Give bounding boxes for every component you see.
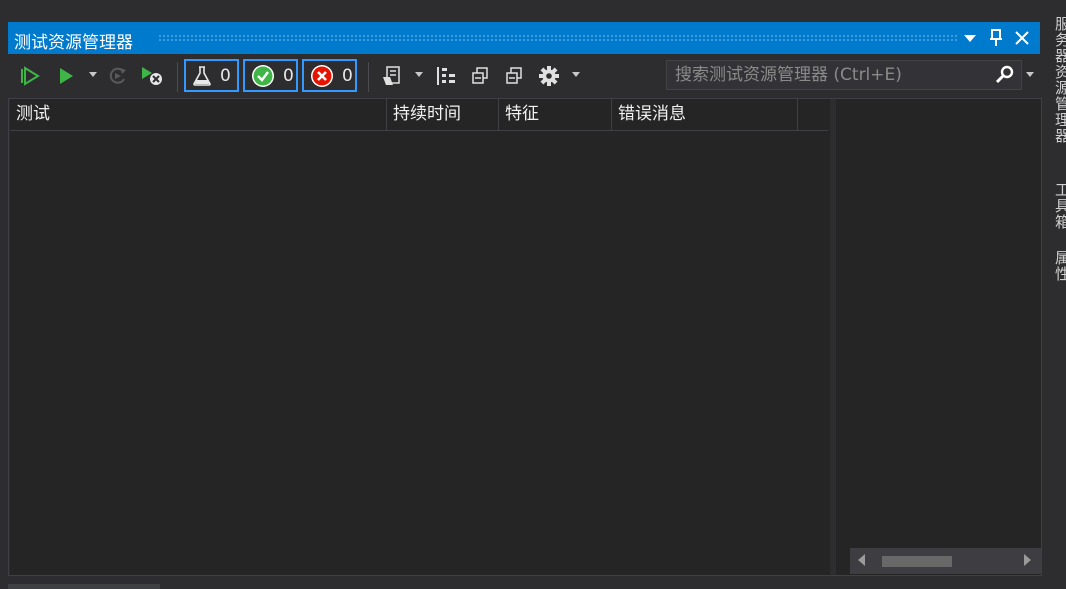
- run-all-icon: [21, 66, 40, 86]
- refresh-icon: [109, 67, 126, 84]
- search-input[interactable]: [667, 61, 1003, 89]
- window-position-dropdown-button[interactable]: [958, 26, 982, 50]
- playlist-dropdown-arrow[interactable]: [415, 72, 423, 77]
- panel-splitter[interactable]: [830, 99, 836, 575]
- search-options-dropdown-arrow[interactable]: [1026, 72, 1034, 77]
- flask-icon: [193, 65, 211, 86]
- scroll-left-arrow[interactable]: [858, 554, 865, 566]
- scrollbar-thumb[interactable]: [882, 556, 952, 567]
- expand-all-icon: [472, 67, 488, 84]
- test-details-panel: [836, 99, 1042, 575]
- passed-tests-filter[interactable]: 0: [243, 59, 298, 92]
- horizontal-scrollbar[interactable]: [850, 548, 1042, 574]
- repeat-last-run-button[interactable]: [106, 64, 130, 88]
- expand-all-button[interactable]: [468, 64, 492, 88]
- search-button[interactable]: [995, 65, 1017, 87]
- settings-dropdown-arrow[interactable]: [572, 72, 580, 77]
- column-header-test[interactable]: 测试: [10, 99, 387, 130]
- test-explorer-toolbar: 0 0 0: [8, 54, 1040, 98]
- playlist-button[interactable]: [380, 64, 404, 88]
- run-dropdown-arrow[interactable]: [89, 72, 97, 77]
- search-icon: [995, 65, 1014, 84]
- group-by-icon: [437, 67, 455, 85]
- collapse-all-button[interactable]: [502, 64, 526, 88]
- passed-check-icon: [252, 64, 274, 87]
- run-button[interactable]: [54, 64, 78, 88]
- collapse-all-icon: [506, 67, 522, 84]
- tool-window-titlebar: 测试资源管理器: [8, 22, 1040, 54]
- toolbar-separator: [368, 62, 369, 92]
- auto-hide-pin-button[interactable]: [984, 26, 1008, 50]
- failed-tests-filter[interactable]: 0: [302, 59, 357, 92]
- test-list-panel: 测试 持续时间 特征 错误消息: [10, 99, 830, 575]
- side-tab-server-explorer[interactable]: 服务器资源管理器: [1052, 16, 1066, 144]
- close-button[interactable]: [1010, 26, 1034, 50]
- playlist-icon: [383, 66, 400, 85]
- column-header-row: 测试 持续时间 特征 错误消息: [10, 99, 828, 131]
- side-tab-toolbox[interactable]: 工具箱: [1052, 182, 1066, 230]
- close-icon: [1015, 31, 1029, 45]
- passed-tests-count: 0: [283, 65, 294, 86]
- total-tests-filter[interactable]: 0: [184, 59, 239, 92]
- total-tests-count: 0: [220, 65, 231, 86]
- cancel-run-button[interactable]: [140, 64, 164, 88]
- titlebar-grip[interactable]: [158, 34, 958, 43]
- run-cancel-icon: [142, 67, 162, 85]
- toolbar-separator: [177, 62, 178, 92]
- group-by-button[interactable]: [434, 64, 458, 88]
- side-tab-properties[interactable]: 属性: [1052, 250, 1066, 282]
- search-box[interactable]: [666, 60, 1022, 90]
- window-title: 测试资源管理器: [14, 33, 133, 53]
- chevron-down-icon: [964, 34, 976, 42]
- bottom-tab-strip[interactable]: [8, 584, 160, 589]
- play-icon: [60, 68, 73, 84]
- settings-button[interactable]: [537, 64, 561, 88]
- pin-icon: [990, 29, 1002, 46]
- column-header-error-message[interactable]: 错误消息: [612, 99, 798, 130]
- gear-icon: [539, 66, 559, 86]
- failed-tests-count: 0: [342, 65, 353, 86]
- run-all-button[interactable]: [18, 64, 42, 88]
- scroll-right-arrow[interactable]: [1024, 554, 1031, 566]
- column-header-traits[interactable]: 特征: [499, 99, 612, 130]
- column-header-duration[interactable]: 持续时间: [387, 99, 499, 130]
- failed-x-icon: [311, 64, 333, 87]
